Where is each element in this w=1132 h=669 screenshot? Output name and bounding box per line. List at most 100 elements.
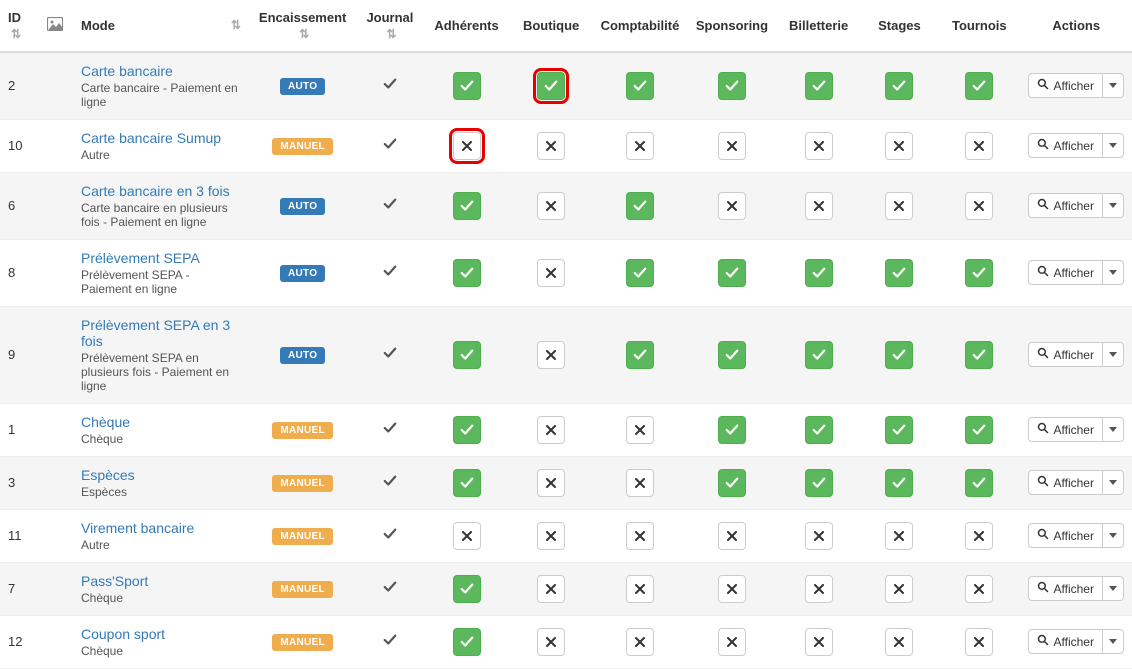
status-enabled[interactable] bbox=[718, 416, 746, 444]
status-enabled[interactable] bbox=[965, 469, 993, 497]
status-enabled[interactable] bbox=[453, 72, 481, 100]
status-enabled[interactable] bbox=[805, 72, 833, 100]
view-button[interactable]: Afficher bbox=[1028, 193, 1102, 218]
mode-link[interactable]: Coupon sport bbox=[81, 626, 241, 642]
mode-link[interactable]: Prélèvement SEPA bbox=[81, 250, 241, 266]
status-enabled[interactable] bbox=[453, 575, 481, 603]
status-enabled[interactable] bbox=[453, 259, 481, 287]
status-disabled[interactable] bbox=[626, 575, 654, 603]
status-enabled[interactable] bbox=[885, 341, 913, 369]
status-enabled[interactable] bbox=[626, 259, 654, 287]
view-button[interactable]: Afficher bbox=[1028, 133, 1102, 158]
status-disabled[interactable] bbox=[805, 628, 833, 656]
status-disabled[interactable] bbox=[453, 132, 481, 160]
status-disabled[interactable] bbox=[885, 132, 913, 160]
mode-link[interactable]: Espèces bbox=[81, 467, 241, 483]
action-dropdown-toggle[interactable] bbox=[1103, 470, 1124, 495]
header-sponsoring[interactable]: Sponsoring bbox=[687, 0, 776, 52]
status-disabled[interactable] bbox=[718, 628, 746, 656]
action-dropdown-toggle[interactable] bbox=[1103, 133, 1124, 158]
status-disabled[interactable] bbox=[537, 259, 565, 287]
header-journal[interactable]: Journal ⇅ bbox=[356, 0, 423, 52]
status-disabled[interactable] bbox=[537, 522, 565, 550]
action-dropdown-toggle[interactable] bbox=[1103, 260, 1124, 285]
mode-link[interactable]: Carte bancaire Sumup bbox=[81, 130, 241, 146]
status-disabled[interactable] bbox=[965, 575, 993, 603]
status-enabled[interactable] bbox=[626, 341, 654, 369]
status-enabled[interactable] bbox=[453, 341, 481, 369]
view-button[interactable]: Afficher bbox=[1028, 523, 1102, 548]
status-disabled[interactable] bbox=[885, 628, 913, 656]
status-disabled[interactable] bbox=[965, 628, 993, 656]
status-enabled[interactable] bbox=[965, 259, 993, 287]
status-disabled[interactable] bbox=[537, 469, 565, 497]
status-disabled[interactable] bbox=[718, 132, 746, 160]
header-billetterie[interactable]: Billetterie bbox=[777, 0, 861, 52]
status-enabled[interactable] bbox=[885, 416, 913, 444]
status-disabled[interactable] bbox=[453, 522, 481, 550]
status-enabled[interactable] bbox=[885, 259, 913, 287]
status-disabled[interactable] bbox=[537, 341, 565, 369]
status-enabled[interactable] bbox=[718, 341, 746, 369]
status-disabled[interactable] bbox=[626, 416, 654, 444]
status-disabled[interactable] bbox=[805, 192, 833, 220]
header-adherents[interactable]: Adhérents bbox=[424, 0, 510, 52]
status-disabled[interactable] bbox=[718, 575, 746, 603]
header-comptabilite[interactable]: Comptabilité bbox=[593, 0, 688, 52]
view-button[interactable]: Afficher bbox=[1028, 342, 1102, 367]
status-enabled[interactable] bbox=[453, 192, 481, 220]
status-enabled[interactable] bbox=[805, 341, 833, 369]
header-tournois[interactable]: Tournois bbox=[938, 0, 1020, 52]
status-enabled[interactable] bbox=[718, 72, 746, 100]
status-enabled[interactable] bbox=[626, 192, 654, 220]
status-disabled[interactable] bbox=[718, 192, 746, 220]
status-disabled[interactable] bbox=[537, 575, 565, 603]
status-disabled[interactable] bbox=[805, 522, 833, 550]
header-id[interactable]: ID ⇅ bbox=[0, 0, 36, 52]
mode-link[interactable]: Prélèvement SEPA en 3 fois bbox=[81, 317, 241, 349]
status-disabled[interactable] bbox=[965, 522, 993, 550]
status-enabled[interactable] bbox=[453, 416, 481, 444]
mode-link[interactable]: Chèque bbox=[81, 414, 241, 430]
status-disabled[interactable] bbox=[537, 628, 565, 656]
view-button[interactable]: Afficher bbox=[1028, 629, 1102, 654]
status-enabled[interactable] bbox=[453, 469, 481, 497]
header-stages[interactable]: Stages bbox=[861, 0, 938, 52]
action-dropdown-toggle[interactable] bbox=[1103, 576, 1124, 601]
status-disabled[interactable] bbox=[718, 522, 746, 550]
status-disabled[interactable] bbox=[626, 132, 654, 160]
status-enabled[interactable] bbox=[965, 416, 993, 444]
status-disabled[interactable] bbox=[537, 192, 565, 220]
status-disabled[interactable] bbox=[965, 192, 993, 220]
view-button[interactable]: Afficher bbox=[1028, 260, 1102, 285]
status-enabled[interactable] bbox=[805, 469, 833, 497]
status-enabled[interactable] bbox=[626, 72, 654, 100]
status-enabled[interactable] bbox=[805, 259, 833, 287]
action-dropdown-toggle[interactable] bbox=[1103, 342, 1124, 367]
header-mode[interactable]: Mode ⇅ bbox=[73, 0, 249, 52]
status-enabled[interactable] bbox=[965, 72, 993, 100]
view-button[interactable]: Afficher bbox=[1028, 417, 1102, 442]
status-enabled[interactable] bbox=[718, 259, 746, 287]
status-disabled[interactable] bbox=[805, 575, 833, 603]
view-button[interactable]: Afficher bbox=[1028, 470, 1102, 495]
mode-link[interactable]: Carte bancaire en 3 fois bbox=[81, 183, 241, 199]
status-enabled[interactable] bbox=[537, 72, 565, 100]
header-image[interactable] bbox=[36, 0, 73, 52]
status-disabled[interactable] bbox=[885, 575, 913, 603]
header-boutique[interactable]: Boutique bbox=[510, 0, 593, 52]
action-dropdown-toggle[interactable] bbox=[1103, 193, 1124, 218]
status-disabled[interactable] bbox=[626, 469, 654, 497]
view-button[interactable]: Afficher bbox=[1028, 73, 1102, 98]
mode-link[interactable]: Virement bancaire bbox=[81, 520, 241, 536]
status-enabled[interactable] bbox=[885, 72, 913, 100]
status-disabled[interactable] bbox=[885, 522, 913, 550]
action-dropdown-toggle[interactable] bbox=[1103, 417, 1124, 442]
action-dropdown-toggle[interactable] bbox=[1103, 523, 1124, 548]
status-enabled[interactable] bbox=[885, 469, 913, 497]
status-enabled[interactable] bbox=[453, 628, 481, 656]
status-disabled[interactable] bbox=[805, 132, 833, 160]
mode-link[interactable]: Carte bancaire bbox=[81, 63, 241, 79]
status-disabled[interactable] bbox=[537, 416, 565, 444]
action-dropdown-toggle[interactable] bbox=[1103, 73, 1124, 98]
